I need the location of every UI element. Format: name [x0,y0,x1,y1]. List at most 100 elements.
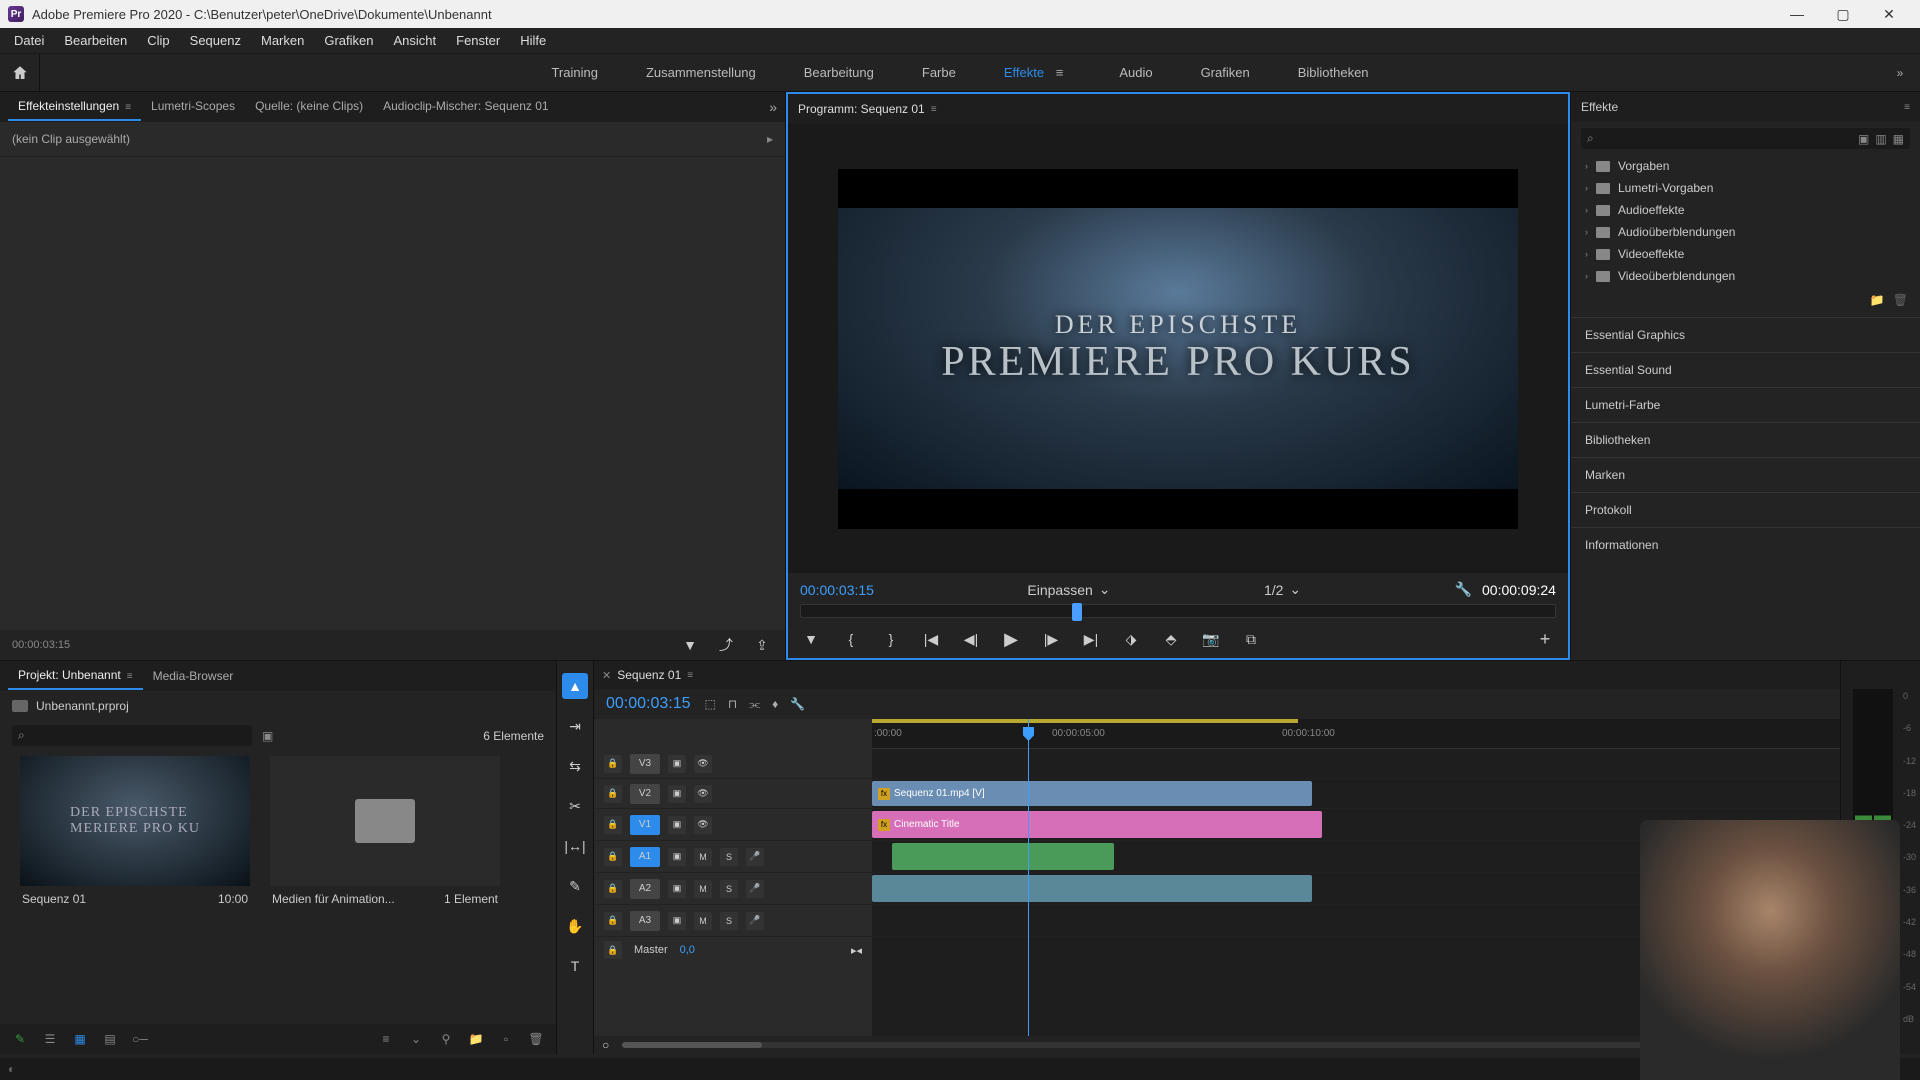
program-resolution-dropdown[interactable]: 1/2 ⌄ [1264,581,1301,598]
target-icon[interactable]: ▣ [668,785,686,803]
wrench-icon[interactable]: 🔧 [1455,581,1472,598]
track-label[interactable]: V2 [630,784,660,804]
settings-icon[interactable]: 🔧 [790,697,805,712]
lock-icon[interactable]: 🔒 [604,880,622,898]
menu-marken[interactable]: Marken [251,29,314,52]
zoom-slider-icon[interactable]: ○─ [130,1029,150,1049]
track-header-v1[interactable]: 🔒V1▣👁 [594,809,872,841]
extract-button[interactable]: ⬘ [1160,628,1182,650]
menu-sequenz[interactable]: Sequenz [180,29,251,52]
source-export-icon[interactable]: ⇪ [751,634,773,656]
effects-search-box[interactable]: ⌕ ▣ ▥ ▦ [1581,128,1910,149]
clip-audio2[interactable] [872,875,1312,902]
trash-icon[interactable]: 🗑 [526,1029,546,1049]
track-header-a1[interactable]: 🔒A1▣MS🎤 [594,841,872,873]
effects-tab-label[interactable]: Effekte [1581,100,1618,114]
home-button[interactable] [0,54,40,92]
track-label[interactable]: V3 [630,754,660,774]
fx-audioueberblendungen[interactable]: ›Audioüberblendungen [1571,221,1920,243]
window-maximize-button[interactable]: ▢ [1820,0,1866,28]
lift-button[interactable]: ⬗ [1120,628,1142,650]
timeline-playhead[interactable] [1028,719,1029,1036]
tab-media-browser[interactable]: Media-Browser [143,663,244,689]
lock-icon[interactable]: 🔒 [604,816,622,834]
mute-button[interactable]: M [694,912,712,930]
menu-clip[interactable]: Clip [137,29,179,52]
delete-icon[interactable]: 🗑 [1893,293,1908,307]
target-icon[interactable]: ▣ [668,880,686,898]
eye-icon[interactable]: 👁 [694,816,712,834]
program-fit-dropdown[interactable]: Einpassen ⌄ [1027,581,1110,598]
timeline-panel-menu-icon[interactable]: ≡ [687,670,693,681]
lock-icon[interactable]: 🔒 [604,912,622,930]
track-header-v2[interactable]: 🔒V2▣👁 [594,779,872,809]
nest-icon[interactable]: ⬚ [705,697,716,712]
workspace-audio[interactable]: Audio [1115,55,1156,90]
hand-tool[interactable]: ✋ [562,913,588,939]
lock-icon[interactable]: 🔒 [604,785,622,803]
fx-lumetri-vorgaben[interactable]: ›Lumetri-Vorgaben [1571,177,1920,199]
play-button[interactable]: ▶ [1000,628,1022,650]
effects-32bit-icon[interactable]: ▥ [1875,132,1886,146]
slip-tool[interactable]: |↔| [562,833,588,859]
timeline-timecode[interactable]: 00:00:03:15 [606,695,691,713]
export-frame-button[interactable]: 📷 [1200,628,1222,650]
panel-menu-icon[interactable]: ≡ [125,102,131,113]
effects-panel-menu-icon[interactable]: ≡ [1904,102,1910,113]
voiceover-icon[interactable]: 🎤 [746,848,764,866]
workspace-training[interactable]: Training [547,55,601,90]
fx-videoueberblendungen[interactable]: ›Videoüberblendungen [1571,265,1920,287]
solo-button[interactable]: S [720,912,738,930]
project-search-input[interactable] [29,730,246,742]
window-close-button[interactable]: ✕ [1866,0,1912,28]
tab-project[interactable]: Projekt: Unbenannt≡ [8,662,143,690]
workspace-effekte[interactable]: Effekte ≡ [1000,55,1075,90]
fx-vorgaben[interactable]: ›Vorgaben [1571,155,1920,177]
acc-bibliotheken[interactable]: Bibliotheken [1571,422,1920,457]
frame-forward-button[interactable]: |▶ [1040,628,1062,650]
ripple-edit-tool[interactable]: ⇆ [562,753,588,779]
master-value[interactable]: 0,0 [680,944,695,956]
workspace-overflow-button[interactable]: » [1880,66,1920,80]
effects-yuv-icon[interactable]: ▦ [1893,132,1904,146]
effects-preset-icon[interactable]: ▣ [1858,132,1869,146]
source-bypass-icon[interactable]: ⤴ [715,634,737,656]
tab-effekteinstellungen[interactable]: Effekteinstellungen≡ [8,93,141,121]
target-icon[interactable]: ▣ [668,912,686,930]
track-header-a2[interactable]: 🔒A2▣MS🎤 [594,873,872,905]
sort-icon[interactable]: ≡ [376,1029,396,1049]
workspace-bibliotheken[interactable]: Bibliotheken [1294,55,1373,90]
program-playhead-handle[interactable] [1072,603,1082,621]
lock-icon[interactable]: 🔒 [604,941,622,959]
razor-tool[interactable]: ✂ [562,793,588,819]
clip-title-cinematic[interactable]: fxCinematic Title [872,811,1322,838]
workspace-grafiken[interactable]: Grafiken [1197,55,1254,90]
solo-button[interactable]: S [720,848,738,866]
timeline-tab-label[interactable]: Sequenz 01 [617,668,681,682]
go-out-button[interactable]: } [880,628,902,650]
program-tab-label[interactable]: Programm: Sequenz 01 [798,102,925,116]
effects-search-input[interactable] [1598,133,1852,145]
program-scrubber[interactable] [800,604,1556,618]
track-label[interactable]: V1 [630,815,660,835]
program-preview-area[interactable]: DER EPISCHSTE PREMIERE PRO KURS [788,124,1568,573]
pencil-icon[interactable]: ✎ [10,1029,30,1049]
workspace-zusammenstellung[interactable]: Zusammenstellung [642,55,760,90]
track-label[interactable]: A2 [630,879,660,899]
acc-essential-graphics[interactable]: Essential Graphics [1571,317,1920,352]
add-button-icon[interactable]: + [1534,628,1556,650]
eye-icon[interactable]: 👁 [694,755,712,773]
source-filter-icon[interactable]: ▼ [679,634,701,656]
type-tool[interactable]: T [562,953,588,979]
track-header-v3[interactable]: 🔒V3▣👁 [594,749,872,779]
program-panel-menu-icon[interactable]: ≡ [931,104,937,115]
bin-item-sequenz[interactable]: DER EPISCHSTEMERIERE PRO KU Sequenz 01 1… [20,756,250,912]
workspace-effekte-menu-icon[interactable]: ≡ [1048,65,1072,80]
go-in-button[interactable]: { [840,628,862,650]
noclip-expand-icon[interactable]: ▸ [767,132,773,146]
timeline-ruler[interactable]: :00:00 00:00:05:00 00:00:10:00 [872,719,1840,749]
bin-item-medien[interactable]: Medien für Animation... 1 Element [270,756,500,912]
menu-fenster[interactable]: Fenster [446,29,510,52]
timeline-zoom-out[interactable]: ○ [602,1038,622,1052]
new-bin-icon[interactable]: 📁 [1870,293,1885,307]
